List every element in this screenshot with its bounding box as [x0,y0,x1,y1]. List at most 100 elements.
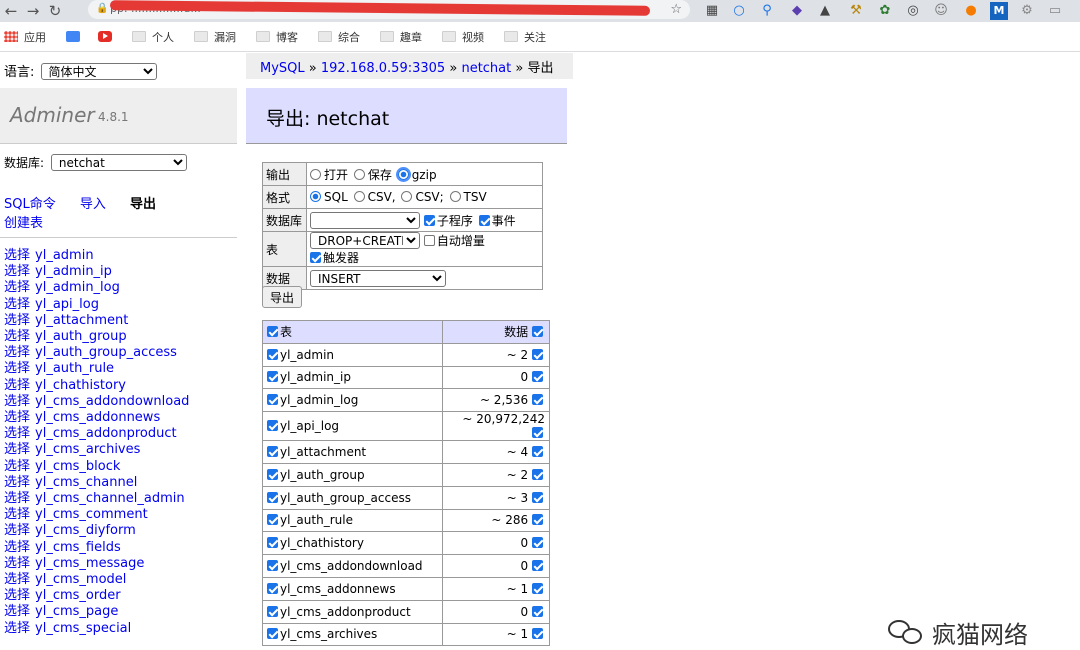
data-checkbox[interactable] [532,394,543,406]
bookmark-folder-blog[interactable]: 博客 [256,29,298,45]
window-extension-icon[interactable]: ▭ [1046,2,1064,20]
bookmark-star-icon[interactable]: ☆ [670,2,682,17]
data-checkbox[interactable] [532,371,543,383]
table-checkbox[interactable] [267,537,278,549]
table-structure-link[interactable]: yl_api_log [35,297,99,312]
pin-extension-icon[interactable]: ⚲ [758,2,776,20]
puzzle-extension-icon[interactable]: ◆ [788,2,806,20]
select-table-link[interactable]: 选择 [4,410,30,425]
table-structure-link[interactable]: yl_cms_archives [35,442,140,457]
export-link[interactable]: 导出 [130,197,156,212]
select-table-link[interactable]: 选择 [4,345,30,360]
format-csv-semicolon-radio[interactable]: CSV; [401,190,444,204]
data-checkbox[interactable] [532,446,543,458]
select-table-link[interactable]: 选择 [4,442,30,457]
table-checkbox[interactable] [267,582,278,594]
format-tsv-radio[interactable]: TSV [449,190,487,204]
person-extension-icon[interactable]: ☺ [932,2,950,20]
table-structure-link[interactable]: yl_cms_page [35,604,118,619]
bookmark-folder-follow[interactable]: 关注 [504,29,546,45]
data-style-select[interactable]: INSERT [310,269,446,287]
data-checkbox[interactable] [532,560,543,572]
bookmark-folder-vuln[interactable]: 漏洞 [194,29,236,45]
create-table-link[interactable]: 创建表 [4,216,43,231]
select-all-tables-checkbox[interactable] [267,326,278,338]
leaf-extension-icon[interactable]: ✿ [876,2,894,20]
forward-icon[interactable]: → [22,2,44,20]
output-save-radio[interactable]: 保存 [353,168,392,182]
table-checkbox[interactable] [267,514,278,526]
table-structure-link[interactable]: yl_admin [35,248,94,263]
bookmark-apps[interactable]: 应用 [4,29,46,45]
table-structure-link[interactable]: yl_cms_special [35,621,131,636]
breadcrumb-mysql[interactable]: MySQL [260,61,305,76]
select-table-link[interactable]: 选择 [4,556,30,571]
table-structure-link[interactable]: yl_attachment [35,313,128,328]
output-gzip-radio[interactable]: gzip [397,168,437,182]
sql-command-link[interactable]: SQL命令 [4,197,56,212]
table-style-select[interactable]: DROP+CREATE [310,232,420,249]
compass-extension-icon[interactable]: ◎ [904,2,922,20]
table-checkbox[interactable] [267,446,278,458]
format-csv-comma-radio[interactable]: CSV, [353,190,396,204]
table-structure-link[interactable]: yl_cms_channel [35,475,137,490]
bookmark-folder-video[interactable]: 视频 [442,29,484,45]
table-checkbox[interactable] [267,420,278,432]
select-table-link[interactable]: 选择 [4,523,30,538]
table-structure-link[interactable]: yl_chathistory [35,378,126,393]
table-structure-link[interactable]: yl_auth_group [35,329,127,344]
routines-checkbox[interactable]: 子程序 [423,214,473,228]
table-structure-link[interactable]: yl_cms_addondownload [35,394,189,409]
output-open-radio[interactable]: 打开 [310,168,348,182]
address-bar[interactable]: 🔒 pp. ...............d... ☆ [88,0,690,19]
table-checkbox[interactable] [267,560,278,572]
select-table-link[interactable]: 选择 [4,475,30,490]
table-checkbox[interactable] [267,468,278,480]
back-icon[interactable]: ← [0,2,22,20]
select-table-link[interactable]: 选择 [4,621,30,636]
data-checkbox[interactable] [532,582,543,594]
bookmark-folder-personal[interactable]: 个人 [132,29,174,45]
table-checkbox[interactable] [267,628,278,640]
data-checkbox[interactable] [532,348,543,360]
select-table-link[interactable]: 选择 [4,264,30,279]
data-checkbox[interactable] [532,514,543,526]
table-structure-link[interactable]: yl_cms_message [35,556,144,571]
table-structure-link[interactable]: yl_cms_order [35,588,121,603]
select-table-link[interactable]: 选择 [4,248,30,263]
select-table-link[interactable]: 选择 [4,329,30,344]
table-structure-link[interactable]: yl_cms_diyform [35,523,136,538]
bookmark-youtube[interactable] [98,31,118,42]
settings-extension-icon[interactable]: ⚙ [1018,2,1036,20]
hood-extension-icon[interactable]: ▲ [816,2,834,20]
select-table-link[interactable]: 选择 [4,540,30,555]
format-sql-radio[interactable]: SQL [310,190,348,204]
select-table-link[interactable]: 选择 [4,361,30,376]
select-table-link[interactable]: 选择 [4,459,30,474]
bookmark-folder-fun[interactable]: 趣章 [380,29,422,45]
select-table-link[interactable]: 选择 [4,378,30,393]
m-extension-icon[interactable]: M [990,2,1008,20]
reload-icon[interactable]: ↻ [44,2,66,20]
select-table-link[interactable]: 选择 [4,604,30,619]
table-checkbox[interactable] [267,394,278,406]
data-checkbox[interactable] [532,468,543,480]
breadcrumb-database[interactable]: netchat [461,61,511,76]
import-link[interactable]: 导入 [80,197,106,212]
table-checkbox[interactable] [267,371,278,383]
bookmark-translate[interactable] [66,31,86,42]
select-table-link[interactable]: 选择 [4,280,30,295]
tool-extension-icon[interactable]: ⚒ [847,2,865,20]
database-style-select[interactable] [310,211,420,229]
data-checkbox[interactable] [532,628,543,640]
circle-extension-icon[interactable]: ○ [730,2,748,20]
select-table-link[interactable]: 选择 [4,426,30,441]
table-structure-link[interactable]: yl_cms_channel_admin [35,491,185,506]
table-checkbox[interactable] [267,348,278,360]
select-table-link[interactable]: 选择 [4,297,30,312]
export-button[interactable]: 导出 [262,286,302,308]
data-checkbox[interactable] [532,491,543,503]
table-structure-link[interactable]: yl_cms_model [35,572,126,587]
data-checkbox[interactable] [532,537,543,549]
table-checkbox[interactable] [267,605,278,617]
